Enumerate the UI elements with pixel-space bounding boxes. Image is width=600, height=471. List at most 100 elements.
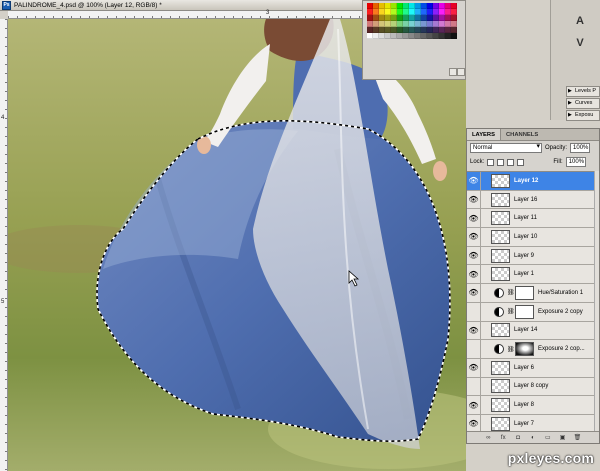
exposure-panel-tab[interactable]: Exposu <box>566 110 600 121</box>
adjustment-layer-icon <box>494 306 504 317</box>
visibility-eye-icon[interactable]: 👁 <box>467 414 481 433</box>
vertical-ruler[interactable]: 4 5 <box>0 19 8 471</box>
fill-input[interactable]: 100% <box>565 157 586 167</box>
canvas-artwork <box>8 19 466 471</box>
layers-panel-tabs: LAYERS CHANNELS <box>467 129 599 141</box>
pxleyes-watermark: pxleyes.com <box>507 450 594 466</box>
adjustment-layer-icon <box>494 287 504 298</box>
ruler-label: 5 <box>1 299 5 305</box>
trash-icon[interactable]: 🗑 <box>573 434 582 442</box>
curves-panel-tab[interactable]: Curves <box>566 98 600 109</box>
visibility-eye-icon[interactable] <box>467 377 481 396</box>
visibility-eye-icon[interactable]: 👁 <box>467 358 481 377</box>
swatch-grid[interactable] <box>367 3 460 39</box>
layer-thumbnail[interactable] <box>491 173 510 188</box>
blend-mode-select[interactable]: Normal <box>470 143 542 153</box>
layer-thumbnail[interactable] <box>491 323 510 338</box>
adjustment-icon[interactable]: ◐ <box>529 434 537 442</box>
fill-label: Fill: <box>553 159 563 165</box>
horizontal-ruler[interactable]: 3 <box>8 10 362 19</box>
layer-row[interactable]: 👁 Layer 6 <box>467 358 599 378</box>
visibility-eye-icon[interactable] <box>467 340 481 358</box>
adjustment-layer-icon <box>494 344 504 355</box>
layer-row[interactable]: 👁 Layer 12 <box>467 172 599 191</box>
visibility-eye-icon[interactable] <box>467 302 481 321</box>
layers-scrollbar[interactable] <box>594 171 599 433</box>
layer-thumbnail[interactable] <box>491 192 510 207</box>
document-title: PALINDROME_4.psd @ 100% (Layer 12, RGB/8… <box>14 1 162 9</box>
layer-name: Layer 14 <box>514 327 538 334</box>
layer-thumbnail[interactable] <box>491 398 510 413</box>
visibility-eye-icon[interactable]: 👁 <box>467 265 481 284</box>
visibility-eye-icon[interactable]: 👁 <box>467 284 481 302</box>
add-mask-icon[interactable]: ◘ <box>514 434 522 442</box>
layer-thumbnail[interactable] <box>491 248 510 263</box>
layer-name: Layer 7 <box>514 420 535 427</box>
document-canvas[interactable] <box>8 19 466 471</box>
layer-name: Exposure 2 cop... <box>538 346 585 353</box>
layer-row[interactable]: Layer 8 copy <box>467 377 599 397</box>
right-hand <box>433 161 447 181</box>
link-layers-icon[interactable]: ∞ <box>484 434 492 442</box>
layer-row[interactable]: 👁 Layer 16 <box>467 190 599 210</box>
layer-row[interactable]: 👁 Layer 1 <box>467 265 599 285</box>
ruler-label: 4 <box>1 115 5 121</box>
tab-channels[interactable]: CHANNELS <box>501 129 543 140</box>
visibility-eye-icon[interactable]: 👁 <box>467 321 481 340</box>
mask-link-icon[interactable]: ⛓ <box>507 308 515 315</box>
lock-row: Lock: Fill: 100% <box>467 155 599 169</box>
visibility-eye-icon[interactable]: 👁 <box>467 209 481 228</box>
tab-layers[interactable]: LAYERS <box>467 129 501 140</box>
layer-name: Exposure 2 copy <box>538 308 583 315</box>
mask-link-icon[interactable]: ⛓ <box>507 289 515 296</box>
new-swatch-button[interactable] <box>449 68 457 76</box>
layer-name: Layer 8 <box>514 402 535 409</box>
layer-row[interactable]: 👁 Layer 11 <box>467 209 599 229</box>
layer-row[interactable]: 👁 Layer 9 <box>467 246 599 266</box>
color-swatch[interactable] <box>451 33 457 39</box>
layer-row[interactable]: 👁 Layer 8 <box>467 396 599 415</box>
layers-panel: LAYERS CHANNELS Normal Opacity: 100% Loc… <box>466 128 600 444</box>
layer-name: Layer 10 <box>514 233 538 240</box>
visibility-eye-icon[interactable]: 👁 <box>467 396 481 414</box>
layer-name: Hue/Saturation 1 <box>538 289 584 296</box>
fx-icon[interactable]: fx <box>499 434 507 442</box>
layer-row[interactable]: ⛓ Exposure 2 cop... <box>467 340 599 359</box>
layer-thumbnail[interactable] <box>491 360 510 375</box>
levels-panel-tab[interactable]: Levels P <box>566 86 600 97</box>
layer-row[interactable]: 👁 Layer 14 <box>467 321 599 341</box>
opacity-input[interactable]: 100% <box>570 143 591 153</box>
layer-row[interactable]: 👁 Layer 10 <box>467 228 599 247</box>
new-layer-icon[interactable]: ▣ <box>559 434 567 442</box>
paragraph-icon[interactable]: V <box>573 36 587 50</box>
layer-thumbnail[interactable] <box>491 229 510 244</box>
layer-mask-thumbnail[interactable] <box>515 304 534 319</box>
layer-thumbnail[interactable] <box>491 416 510 431</box>
layer-thumbnail[interactable] <box>491 379 510 394</box>
layer-mask-thumbnail[interactable] <box>515 342 534 357</box>
visibility-eye-icon[interactable]: 👁 <box>467 228 481 246</box>
visibility-eye-icon[interactable]: 👁 <box>467 172 481 190</box>
character-icon[interactable]: A <box>573 14 587 28</box>
layer-thumbnail[interactable] <box>491 211 510 226</box>
document-tab[interactable]: Ps PALINDROME_4.psd @ 100% (Layer 12, RG… <box>0 0 362 11</box>
layer-mask-thumbnail[interactable] <box>515 285 534 300</box>
lock-transparency-icon[interactable] <box>487 158 495 166</box>
visibility-eye-icon[interactable]: 👁 <box>467 246 481 265</box>
ruler-label: 3 <box>266 10 270 16</box>
layer-list[interactable]: 👁 Layer 12 👁 Layer 16 👁 Layer 11 👁 Layer 10 👁 Lay… <box>467 171 599 433</box>
delete-swatch-button[interactable] <box>457 68 465 76</box>
layer-row[interactable]: 👁 ⛓ Hue/Saturation 1 <box>467 284 599 303</box>
mask-link-icon[interactable]: ⛓ <box>507 346 515 353</box>
lock-position-icon[interactable] <box>507 158 515 166</box>
layer-row[interactable]: ⛓ Exposure 2 copy <box>467 302 599 322</box>
lock-all-icon[interactable] <box>517 158 525 166</box>
group-icon[interactable]: ▭ <box>544 434 552 442</box>
opacity-label: Opacity: <box>545 145 568 151</box>
layer-name: Layer 12 <box>514 177 539 184</box>
lock-pixels-icon[interactable] <box>497 158 505 166</box>
layer-thumbnail[interactable] <box>491 267 510 282</box>
lock-label: Lock: <box>470 159 485 165</box>
visibility-eye-icon[interactable]: 👁 <box>467 190 481 209</box>
blend-row: Normal Opacity: 100% <box>467 141 599 155</box>
